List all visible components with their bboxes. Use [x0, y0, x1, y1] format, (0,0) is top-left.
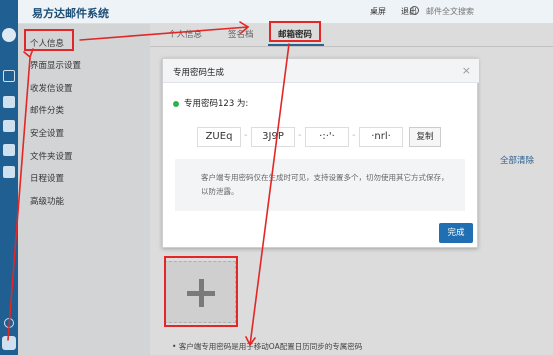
search-icon — [410, 6, 419, 15]
dialog-header: 专用密码生成 × — [163, 59, 479, 83]
security-note: 客户端专用密码仅在生成时可见，支持设置多个，切勿使用其它方式保存，以防泄露。 — [175, 159, 465, 211]
help-icon[interactable] — [4, 318, 14, 328]
done-button[interactable]: 完成 — [439, 223, 473, 243]
copy-button[interactable]: 复制 — [409, 127, 441, 147]
folder-icon[interactable] — [3, 120, 15, 132]
gear-icon[interactable] — [2, 336, 16, 350]
top-header: 易方达邮件系统 桌屏 退出 — [18, 0, 553, 24]
code-separator: - — [244, 130, 248, 141]
calendar-icon[interactable] — [3, 96, 15, 108]
code-separator: - — [352, 130, 356, 141]
search-input[interactable] — [426, 4, 546, 19]
status-dot-icon — [173, 100, 179, 107]
user-avatar-icon[interactable] — [2, 28, 16, 42]
apps-grid-icon[interactable] — [3, 166, 15, 178]
code-segment-2: 3J9P — [251, 127, 295, 147]
code-segment-3: ·:·'· — [305, 127, 349, 147]
close-icon[interactable]: × — [462, 64, 471, 77]
mail-icon[interactable] — [3, 70, 15, 82]
dialog-title: 专用密码生成 — [173, 68, 225, 78]
app-title: 易方达邮件系统 — [32, 7, 109, 20]
desktop-link[interactable]: 桌屏 — [370, 6, 386, 17]
contacts-icon[interactable] — [3, 144, 15, 156]
code-segment-4: ·nrl· — [359, 127, 403, 147]
password-dialog: 专用密码生成 × 专用密码123 为: ZUEq - 3J9P - ·:·'· … — [162, 58, 479, 248]
code-segment-1: ZUEq — [197, 127, 241, 147]
mail-search[interactable] — [406, 3, 553, 21]
password-label-row: 专用密码123 为: — [173, 97, 248, 109]
code-separator: - — [298, 130, 302, 141]
app-icon-rail — [0, 0, 18, 355]
password-label: 专用密码123 为: — [184, 99, 249, 109]
